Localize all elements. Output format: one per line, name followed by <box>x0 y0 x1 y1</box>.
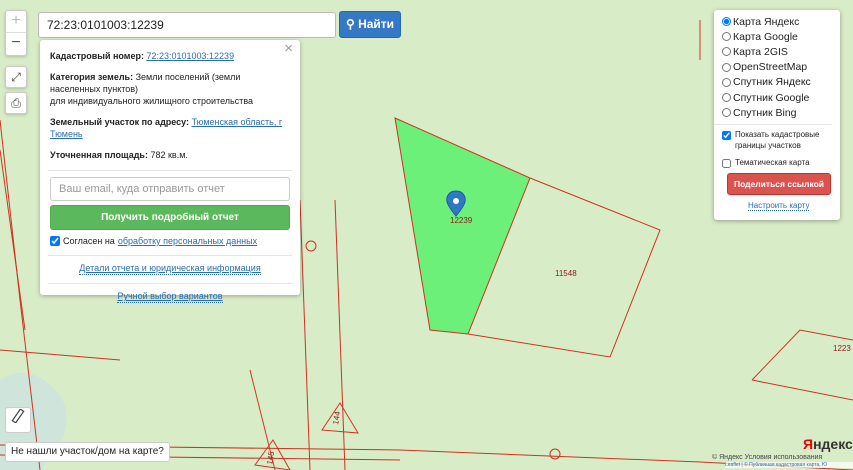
divider <box>48 255 292 256</box>
fullscreen-button[interactable]: ⤢ <box>5 66 27 88</box>
cadastral-map-link[interactable]: © Публичная кадастровая карта, Ю <box>744 462 827 468</box>
yandex-logo: Яндекс <box>803 436 853 452</box>
layer-option-yandex-satellite[interactable]: Спутник Яндекс <box>722 75 840 90</box>
manual-selection-link[interactable]: Ручной выбор вариантов <box>117 290 223 303</box>
email-field[interactable]: Ваш email, куда отправить отчет <box>50 177 290 201</box>
zoom-out-button[interactable]: − <box>6 33 26 55</box>
thematic-map-toggle[interactable]: Тематическая карта <box>722 157 840 169</box>
address-row: Земельный участок по адресу: Тюменская о… <box>50 116 290 140</box>
layer-option-osm[interactable]: OpenStreetMap <box>722 60 840 75</box>
search-icon: ⚲ <box>345 17 355 31</box>
divider <box>48 170 292 171</box>
cadastral-number-row: Кадастровый номер: 72:23:0101003:12239 <box>50 50 290 62</box>
layer-option-google-satellite[interactable]: Спутник Google <box>722 90 840 105</box>
cadastral-number-label: Кадастровый номер: <box>50 51 144 61</box>
layer-switcher: Карта Яндекс Карта Google Карта 2GIS Ope… <box>714 10 840 220</box>
ruler-button[interactable] <box>5 407 31 433</box>
consent-row: Согласен на обработку персональных данны… <box>50 235 290 247</box>
leaflet-attribution: Leaflet | © Публичная кадастровая карта,… <box>725 462 853 468</box>
email-placeholder: Ваш email, куда отправить отчет <box>59 183 225 195</box>
area-value: 782 кв.м. <box>150 150 188 160</box>
parcel-label-11548: 11548 <box>555 269 577 278</box>
cadastral-number-link[interactable]: 72:23:0101003:12239 <box>146 51 234 61</box>
consent-checkbox[interactable] <box>50 236 60 246</box>
not-found-button[interactable]: Не нашли участок/дом на карте? <box>5 442 170 462</box>
divider <box>48 283 292 284</box>
setup-map-link[interactable]: Настроить карту <box>748 201 810 212</box>
fullscreen-icon: ⤢ <box>11 70 21 84</box>
consent-text: Согласен на <box>63 236 115 246</box>
land-use-value: для индивидуального жилищного строительс… <box>50 96 254 106</box>
layer-option-google-map[interactable]: Карта Google <box>722 29 840 44</box>
ruler-icon <box>11 408 25 424</box>
consent-link[interactable]: обработку персональных данных <box>118 235 257 247</box>
parcel-info-panel: × Кадастровый номер: 72:23:0101003:12239… <box>40 40 300 303</box>
layer-option-2gis-map[interactable]: Карта 2GIS <box>722 44 840 59</box>
leaflet-link[interactable]: Leaflet <box>725 462 740 468</box>
divider <box>714 124 832 126</box>
land-category-label: Категория земель: <box>50 72 134 82</box>
area-label: Уточненная площадь: <box>50 150 148 160</box>
area-row: Уточненная площадь: 782 кв.м. <box>50 149 290 161</box>
zoom-control: + − <box>5 10 27 56</box>
land-category-row: Категория земель: Земли поселений (земли… <box>50 71 290 107</box>
share-link-button[interactable]: Поделиться ссылкой <box>727 173 831 196</box>
cadastral-borders-toggle[interactable]: Показать кадастровые границы участков <box>722 129 840 151</box>
search-input[interactable] <box>38 12 336 38</box>
print-button[interactable]: ⎙ <box>5 92 27 114</box>
layer-option-bing-satellite[interactable]: Спутник Bing <box>722 105 840 120</box>
report-details-link[interactable]: Детали отчета и юридическая информация <box>79 262 261 275</box>
layer-option-yandex-map[interactable]: Карта Яндекс <box>722 14 840 29</box>
zoom-in-button[interactable]: + <box>6 11 26 33</box>
search-button[interactable]: ⚲ Найти <box>339 11 401 38</box>
address-label: Земельный участок по адресу: <box>50 117 190 127</box>
parcel-label-12239: 12239 <box>450 216 473 225</box>
get-report-button[interactable]: Получить подробный отчет <box>50 205 290 230</box>
yandex-logo-text: ндекс <box>813 436 853 452</box>
map-attribution[interactable]: © Яндекс Условия использования <box>712 454 853 461</box>
parcel-label-1223: 1223 <box>833 344 851 353</box>
print-icon: ⎙ <box>11 96 21 110</box>
search-button-label: Найти <box>358 17 395 31</box>
close-icon[interactable]: × <box>284 41 293 56</box>
